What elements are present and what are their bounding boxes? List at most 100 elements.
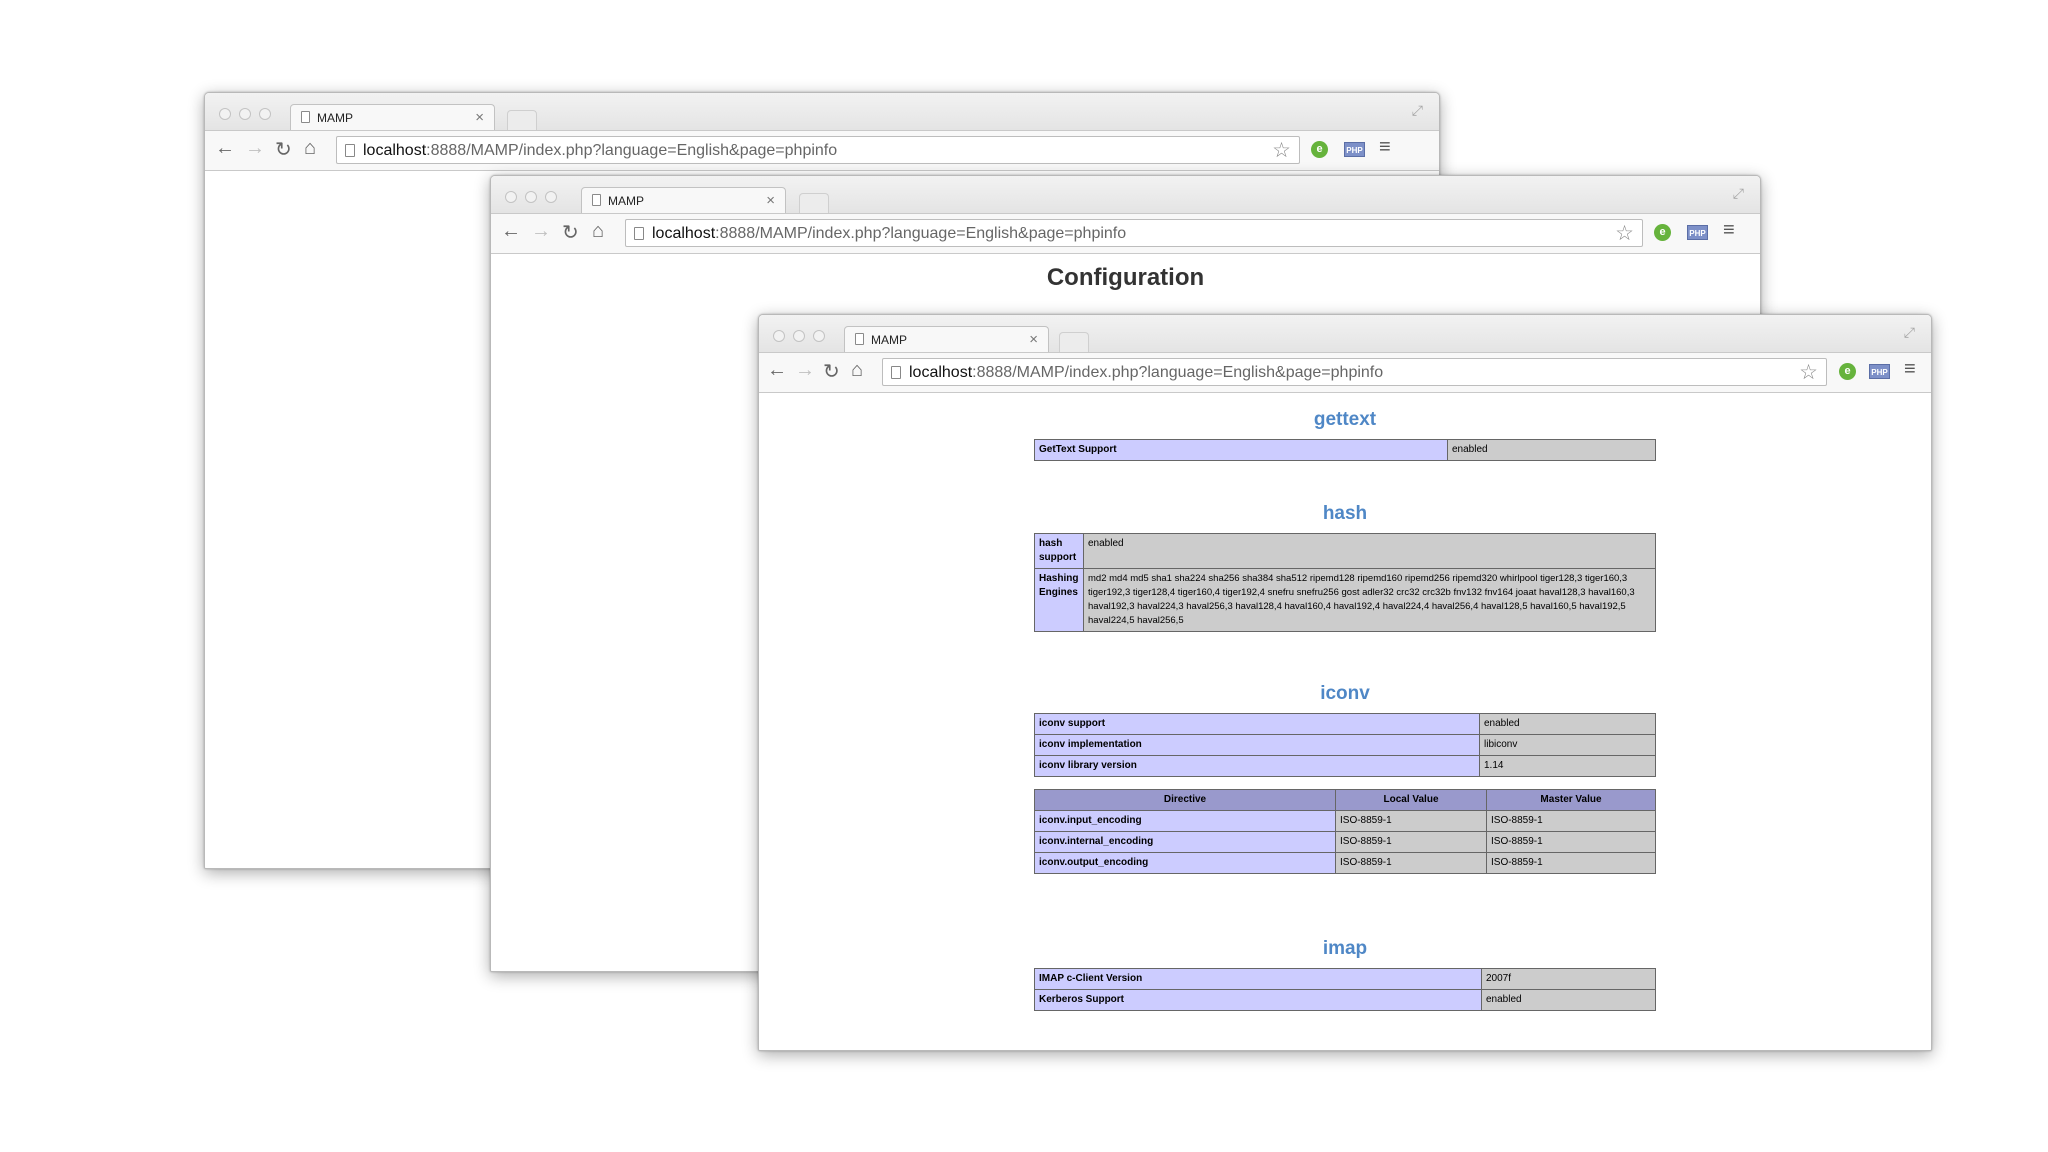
column-header: Directive — [1034, 789, 1336, 811]
url-text: localhost:8888/MAMP/index.php?language=E… — [909, 364, 1384, 381]
table-row: IMAP c-Client Version 2007f — [1034, 968, 1656, 990]
page-icon — [891, 366, 901, 379]
fullscreen-icon[interactable]: ⤢ — [1412, 102, 1423, 119]
home-icon[interactable]: ⌂ — [304, 137, 316, 160]
local-value: ISO-8859-1 — [1335, 810, 1487, 832]
iconv-section: iconv iconv support enabled iconv implem… — [1034, 683, 1656, 874]
minimize-window-button[interactable] — [793, 330, 805, 342]
zoom-window-button[interactable] — [545, 191, 557, 203]
close-window-button[interactable] — [505, 191, 517, 203]
new-tab-button[interactable] — [799, 193, 829, 213]
imap-table: IMAP c-Client Version 2007f Kerberos Sup… — [1034, 968, 1656, 1011]
address-bar[interactable]: localhost:8888/MAMP/index.php?language=E… — [625, 219, 1643, 247]
address-bar[interactable]: localhost:8888/MAMP/index.php?language=E… — [336, 136, 1300, 164]
zoom-window-button[interactable] — [813, 330, 825, 342]
php-icon[interactable]: PHP — [1869, 364, 1890, 379]
local-value: ISO-8859-1 — [1335, 831, 1487, 853]
fullscreen-icon[interactable]: ⤢ — [1733, 185, 1744, 202]
browser-toolbar: ← → ↻ ⌂ localhost:8888/MAMP/index.php?la… — [205, 130, 1439, 171]
back-arrow-icon[interactable]: ← — [501, 220, 521, 243]
browser-tab[interactable]: MAMP × — [290, 104, 495, 130]
browser-tab[interactable]: MAMP × — [581, 187, 786, 213]
forward-arrow-icon[interactable]: → — [245, 137, 265, 160]
tab-close-icon[interactable]: × — [766, 192, 775, 209]
title-bar: MAMP × ⤢ — [759, 315, 1931, 352]
close-window-button[interactable] — [219, 108, 231, 120]
row-value: enabled — [1083, 533, 1656, 569]
row-value: enabled — [1479, 713, 1656, 735]
row-name: iconv library version — [1034, 755, 1480, 777]
table-row: Kerberos Support enabled — [1034, 989, 1656, 1011]
reload-icon[interactable]: ↻ — [275, 137, 292, 162]
new-tab-button[interactable] — [507, 110, 537, 130]
home-icon[interactable]: ⌂ — [851, 359, 863, 382]
table-row: iconv.output_encoding ISO-8859-1 ISO-885… — [1034, 852, 1656, 874]
browser-toolbar: ← → ↻ ⌂ localhost:8888/MAMP/index.php?la… — [491, 213, 1760, 254]
row-name: Kerberos Support — [1034, 989, 1482, 1011]
tab-close-icon[interactable]: × — [1029, 331, 1038, 348]
table-row: iconv support enabled — [1034, 713, 1656, 735]
table-row: hash support enabled — [1034, 533, 1656, 569]
tab-close-icon[interactable]: × — [475, 109, 484, 126]
page-title: Configuration — [1046, 264, 1205, 291]
menu-icon[interactable]: ≡ — [1379, 136, 1391, 159]
hash-table: hash support enabled Hashing Engines md2… — [1034, 533, 1656, 632]
window-controls — [505, 190, 565, 208]
row-name: Hashing Engines — [1034, 568, 1084, 632]
window-controls — [219, 107, 279, 125]
directive-name: iconv.input_encoding — [1034, 810, 1336, 832]
fullscreen-icon[interactable]: ⤢ — [1904, 324, 1915, 341]
column-header: Local Value — [1335, 789, 1487, 811]
evernote-icon[interactable]: e — [1654, 224, 1671, 241]
new-tab-button[interactable] — [1059, 332, 1089, 352]
minimize-window-button[interactable] — [239, 108, 251, 120]
local-value: ISO-8859-1 — [1335, 852, 1487, 874]
table-row: Hashing Engines md2 md4 md5 sha1 sha224 … — [1034, 568, 1656, 632]
evernote-icon[interactable]: e — [1311, 141, 1328, 158]
table-header-row: Directive Local Value Master Value — [1034, 789, 1656, 811]
minimize-window-button[interactable] — [525, 191, 537, 203]
star-icon[interactable]: ☆ — [1615, 221, 1634, 246]
row-name: GetText Support — [1034, 439, 1448, 461]
php-icon[interactable]: PHP — [1687, 225, 1708, 240]
browser-tab[interactable]: MAMP × — [844, 326, 1049, 352]
row-value: 1.14 — [1479, 755, 1656, 777]
gettext-section: gettext GetText Support enabled — [1034, 409, 1656, 461]
table-row: iconv.internal_encoding ISO-8859-1 ISO-8… — [1034, 831, 1656, 853]
address-bar[interactable]: localhost:8888/MAMP/index.php?language=E… — [882, 358, 1827, 386]
forward-arrow-icon[interactable]: → — [795, 359, 815, 382]
forward-arrow-icon[interactable]: → — [531, 220, 551, 243]
menu-icon[interactable]: ≡ — [1904, 358, 1916, 381]
url-text: localhost:8888/MAMP/index.php?language=E… — [363, 142, 838, 159]
section-title-gettext: gettext — [1313, 409, 1377, 430]
window-controls — [773, 329, 833, 347]
row-name: hash support — [1034, 533, 1084, 569]
gettext-table: GetText Support enabled — [1034, 439, 1656, 461]
browser-toolbar: ← → ↻ ⌂ localhost:8888/MAMP/index.php?la… — [759, 352, 1931, 393]
row-name: IMAP c-Client Version — [1034, 968, 1482, 990]
tab-title: MAMP — [871, 333, 907, 347]
back-arrow-icon[interactable]: ← — [767, 359, 787, 382]
close-window-button[interactable] — [773, 330, 785, 342]
row-value: enabled — [1447, 439, 1656, 461]
row-name: iconv implementation — [1034, 734, 1480, 756]
star-icon[interactable]: ☆ — [1799, 360, 1818, 385]
table-row: iconv implementation libiconv — [1034, 734, 1656, 756]
document-icon — [592, 194, 601, 206]
evernote-icon[interactable]: e — [1839, 363, 1856, 380]
menu-icon[interactable]: ≡ — [1723, 219, 1735, 242]
table-row: GetText Support enabled — [1034, 439, 1656, 461]
zoom-window-button[interactable] — [259, 108, 271, 120]
back-arrow-icon[interactable]: ← — [215, 137, 235, 160]
column-header: Master Value — [1486, 789, 1656, 811]
php-icon[interactable]: PHP — [1344, 142, 1365, 157]
tab-title: MAMP — [317, 111, 353, 125]
document-icon — [855, 333, 864, 345]
reload-icon[interactable]: ↻ — [562, 220, 579, 245]
reload-icon[interactable]: ↻ — [823, 359, 840, 384]
hash-section: hash hash support enabled Hashing Engine… — [1034, 503, 1656, 632]
table-row: iconv.input_encoding ISO-8859-1 ISO-8859… — [1034, 810, 1656, 832]
star-icon[interactable]: ☆ — [1272, 138, 1291, 163]
home-icon[interactable]: ⌂ — [592, 220, 604, 243]
directive-name: iconv.internal_encoding — [1034, 831, 1336, 853]
